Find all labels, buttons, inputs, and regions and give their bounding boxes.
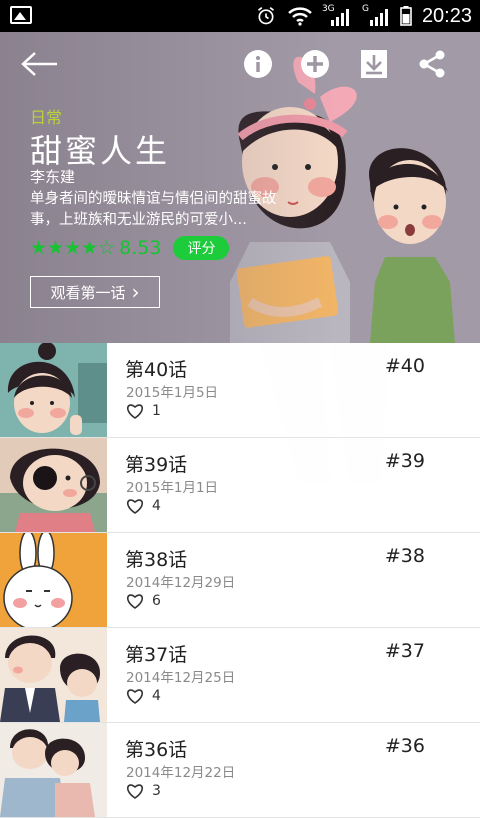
episode-row[interactable]: 第36话 2014年12月22日 3 #36 — [0, 723, 480, 818]
episode-like-count: 4 — [152, 498, 161, 514]
episode-title: 第37话 — [125, 644, 188, 666]
share-icon — [419, 50, 445, 78]
heart-icon — [127, 594, 143, 609]
episode-likes: 3 — [126, 783, 161, 799]
download-icon — [361, 50, 387, 78]
episode-thumbnail — [0, 343, 107, 437]
comic-header: 日常 甜蜜人生 李东建 单身者间的暧昧情谊与情侣间的甜蜜故事，上班族和无业游民的… — [0, 32, 480, 343]
info-button[interactable] — [238, 46, 278, 82]
episode-row[interactable]: 第38话 2014年12月29日 6 #38 — [0, 533, 480, 628]
status-icons: 3G G 20:23 — [254, 0, 472, 32]
add-icon — [301, 50, 329, 78]
heart-icon — [127, 689, 143, 704]
episode-date: 2014年12月29日 — [126, 575, 236, 591]
episode-likes: 1 — [126, 403, 161, 419]
episode-likes: 6 — [126, 593, 161, 609]
episode-likes: 4 — [126, 498, 161, 514]
heart-icon — [127, 404, 143, 419]
download-button[interactable] — [354, 46, 394, 82]
episode-title: 第36话 — [125, 739, 188, 761]
rate-button[interactable]: 评分 — [173, 236, 230, 260]
heart-icon — [127, 499, 143, 514]
episode-number: #40 — [384, 355, 425, 377]
episode-thumbnail — [0, 723, 107, 817]
episode-date: 2015年1月5日 — [126, 385, 219, 401]
episode-thumbnail — [0, 533, 107, 627]
status-bar: 3G G 20:23 — [0, 0, 480, 32]
episode-title: 第40话 — [125, 359, 188, 381]
clock: 20:23 — [421, 4, 472, 27]
signal-3g-icon: 3G — [322, 4, 352, 26]
episode-title: 第39话 — [125, 454, 188, 476]
comic-category: 日常 — [30, 108, 63, 127]
heart-icon — [127, 784, 143, 799]
signal-g-icon: G — [361, 4, 390, 26]
episode-list: 第40话 2015年1月5日 1 #40 第39话 2015年1月1日 4 #3… — [0, 343, 480, 818]
gallery-notification-icon — [10, 6, 32, 24]
add-favorite-button[interactable] — [295, 46, 335, 82]
comic-author: 李东建 — [30, 168, 76, 186]
rating-stars: ★★★★☆ — [30, 237, 116, 259]
network-g-label: G — [361, 4, 369, 14]
back-button[interactable] — [20, 46, 60, 82]
watch-first-episode-button[interactable]: 观看第一话 › — [30, 276, 160, 308]
episode-number: #39 — [384, 450, 425, 472]
episode-number: #36 — [384, 735, 425, 757]
episode-like-count: 6 — [152, 593, 161, 609]
watch-first-episode-label: 观看第一话 — [50, 283, 126, 302]
comic-description: 单身者间的暧昧情谊与情侣间的甜蜜故事，上班族和无业游民的可爱小... — [30, 191, 277, 228]
episode-like-count: 4 — [152, 688, 161, 704]
episode-like-count: 1 — [152, 403, 161, 419]
rating-score: 8.53 — [119, 237, 162, 259]
episode-likes: 4 — [126, 688, 161, 704]
episode-thumbnail — [0, 438, 107, 532]
episode-row[interactable]: 第40话 2015年1月5日 1 #40 — [0, 343, 480, 438]
episode-date: 2015年1月1日 — [126, 480, 219, 496]
back-arrow-icon — [21, 52, 57, 76]
episode-title: 第38话 — [125, 549, 188, 571]
episode-thumbnail — [0, 628, 107, 722]
wifi-icon — [288, 7, 312, 26]
chevron-right-icon: › — [131, 280, 140, 304]
rating-row: ★★★★☆ 8.53 评分 — [30, 236, 230, 260]
episode-date: 2014年12月25日 — [126, 670, 236, 686]
episode-row[interactable]: 第37话 2014年12月25日 4 #37 — [0, 628, 480, 723]
alarm-icon — [257, 7, 274, 25]
info-icon — [244, 50, 272, 78]
episode-number: #37 — [384, 640, 425, 662]
share-button[interactable] — [412, 46, 452, 82]
episode-row[interactable]: 第39话 2015年1月1日 4 #39 — [0, 438, 480, 533]
episode-number: #38 — [384, 545, 425, 567]
episode-like-count: 3 — [152, 783, 161, 799]
battery-icon — [400, 6, 412, 26]
episode-date: 2014年12月22日 — [126, 765, 236, 781]
